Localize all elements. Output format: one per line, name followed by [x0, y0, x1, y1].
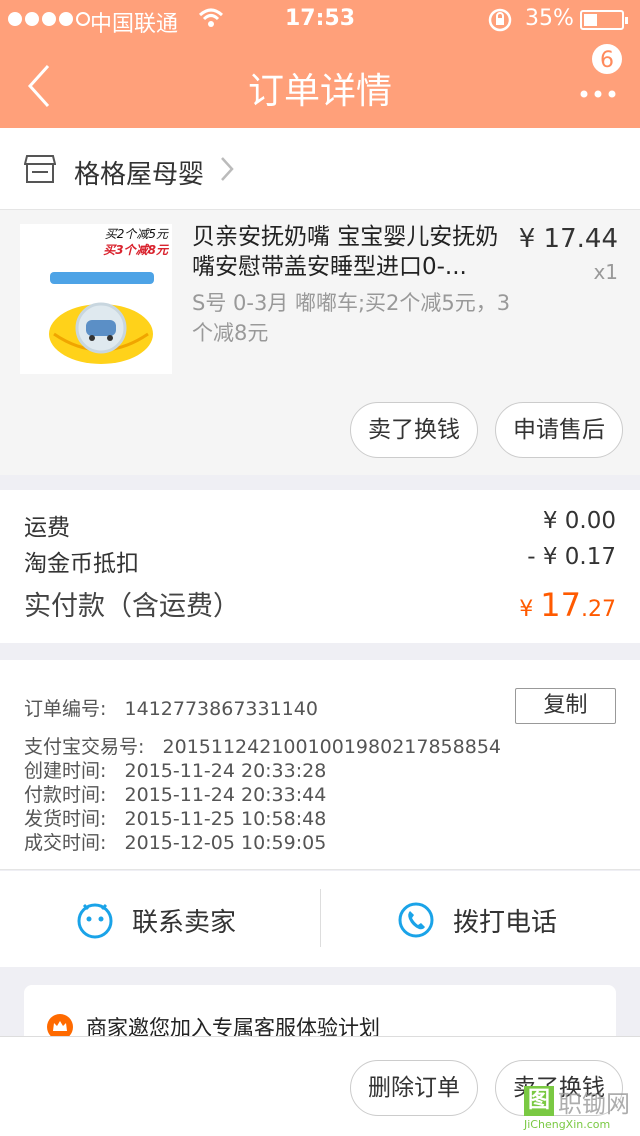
order-info: 订单编号: 1412773867331140 复制 支付宝交易号: 201511… — [0, 660, 640, 870]
phone-icon — [398, 902, 434, 938]
product-quantity: x1 — [593, 260, 618, 284]
shop-row[interactable]: 格格屋母婴 — [0, 128, 640, 210]
product-title[interactable]: 贝亲安抚奶嘴 宝宝婴儿安抚奶嘴安慰带盖安睡型进口0-... — [192, 222, 512, 282]
watermark: 图 职锄网 JiChengXin.com — [520, 1082, 636, 1134]
created-time: 创建时间: 2015-11-24 20:33:28 — [24, 760, 327, 782]
coin-deduction-label: 淘金币抵扣 — [24, 551, 139, 577]
notification-badge: 6 — [590, 42, 624, 76]
chevron-right-icon — [221, 157, 234, 181]
completed-time: 成交时间: 2015-12-05 10:59:05 — [24, 832, 327, 854]
shop-name: 格格屋母婴 — [74, 160, 205, 190]
total-paid-label: 实付款（含运费） — [24, 591, 240, 622]
call-phone-label: 拨打电话 — [453, 908, 558, 938]
store-icon — [24, 155, 56, 183]
product-thumbnail[interactable]: 买2个减5元 买3个减8元 — [20, 224, 172, 374]
contact-bar: 联系卖家 拨打电话 — [0, 871, 640, 967]
contact-seller-button[interactable]: 联系卖家 — [0, 871, 320, 967]
thumbnail-banner — [50, 272, 154, 284]
watermark-logo: 图 — [524, 1086, 554, 1116]
watermark-name: 职锄网 — [558, 1090, 630, 1118]
delete-order-button[interactable]: 删除订单 — [350, 1060, 478, 1116]
product-sku: S号 0-3月 嘟嘟车;买2个减5元，3个减8元 — [192, 291, 511, 345]
coin-deduction-value: - ¥ 0.17 — [527, 544, 616, 570]
call-phone-button[interactable]: 拨打电话 — [321, 871, 640, 967]
page-title: 订单详情 — [247, 71, 392, 112]
shipped-time: 发货时间: 2015-11-25 10:58:48 — [24, 808, 327, 830]
alipay-trade-number: 支付宝交易号: 2015112421001001980217858854 — [24, 736, 501, 758]
watermark-url: JiChengXin.com — [524, 1118, 611, 1131]
product-price: ¥ 17.44 — [518, 224, 618, 254]
cost-summary: 运费 ¥ 0.00 淘金币抵扣 - ¥ 0.17 实付款（含运费） ¥ 17.2… — [0, 490, 640, 643]
order-number: 订单编号: 1412773867331140 — [24, 698, 318, 720]
chat-face-icon — [77, 903, 113, 939]
sell-button[interactable]: 卖了换钱 — [350, 402, 478, 458]
battery-percent: 35% — [525, 6, 574, 31]
total-paid-value: ¥ 17.27 — [519, 586, 616, 624]
pacifier-image — [49, 302, 153, 364]
product-item[interactable]: 买2个减5元 买3个减8元 贝亲安抚奶嘴 宝宝婴儿安抚奶嘴安慰带盖安睡型进口0-… — [0, 210, 640, 475]
shipping-label: 运费 — [24, 515, 70, 541]
nav-bar: 订单详情 6 — [0, 40, 640, 128]
paid-time: 付款时间: 2015-11-24 20:33:44 — [24, 784, 327, 806]
status-bar: 中国联通 17:53 35% — [0, 0, 640, 40]
battery-icon — [580, 10, 628, 30]
contact-seller-label: 联系卖家 — [132, 908, 237, 938]
rotation-lock-icon — [488, 8, 512, 32]
copy-button[interactable]: 复制 — [515, 688, 616, 724]
shipping-value: ¥ 0.00 — [542, 508, 616, 534]
after-sale-button[interactable]: 申请售后 — [495, 402, 623, 458]
thumbnail-promo: 买2个减5元 买3个减8元 — [103, 227, 168, 257]
